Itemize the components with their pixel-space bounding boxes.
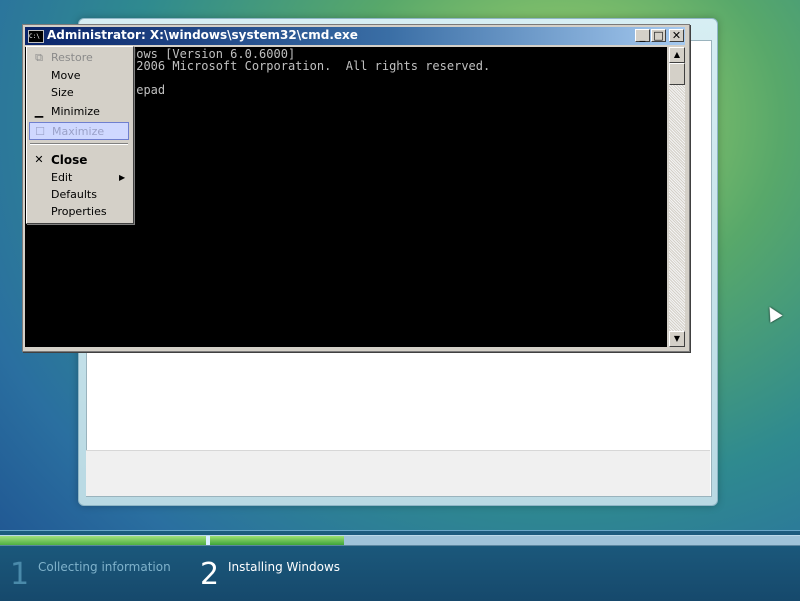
submenu-arrow-icon: ▶ — [119, 173, 126, 182]
title-bar[interactable]: C:\ Administrator: X:\windows\system32\c… — [25, 27, 685, 45]
console-line: tepad — [129, 83, 166, 97]
menu-item-size[interactable]: Size — [29, 84, 129, 102]
system-menu: ⧉ Restore Move Size ▁ Minimize ☐ Maximiz… — [26, 46, 134, 224]
minimize-icon: _ — [639, 29, 646, 42]
menu-separator — [30, 143, 128, 145]
scroll-up-button[interactable]: ▲ — [669, 47, 685, 63]
menu-item-properties[interactable]: Properties — [29, 203, 129, 221]
progress-step-2-fill — [210, 536, 344, 545]
maximize-icon: □ — [653, 29, 664, 42]
scroll-down-button[interactable]: ▼ — [669, 331, 685, 347]
window-title: Administrator: X:\windows\system32\cmd.e… — [47, 28, 358, 42]
setup-progress-bar — [0, 535, 800, 546]
arrow-down-icon: ▼ — [673, 334, 681, 343]
console-line: 2006 Microsoft Corporation. All rights r… — [129, 59, 491, 73]
maximize-button[interactable]: □ — [651, 29, 666, 42]
menu-item-close[interactable]: ✕ Close — [29, 151, 129, 169]
menu-item-label: Close — [51, 153, 88, 167]
menu-item-label: Restore — [51, 51, 93, 64]
maximize-icon: ☐ — [35, 125, 45, 138]
arrow-up-icon: ▲ — [673, 50, 681, 59]
menu-item-label: Properties — [51, 205, 107, 218]
mouse-cursor-icon — [763, 303, 783, 323]
menu-item-defaults[interactable]: Defaults — [29, 186, 129, 204]
step-number: 1 — [10, 557, 30, 592]
menu-item-label: Size — [51, 86, 74, 99]
progress-step-1-fill — [0, 536, 206, 545]
scroll-thumb[interactable] — [669, 63, 685, 85]
restore-icon: ⧉ — [35, 51, 43, 64]
cmd-icon[interactable]: C:\ — [28, 30, 44, 43]
setup-footer — [86, 450, 710, 496]
menu-item-label: Defaults — [51, 188, 97, 201]
close-icon: ✕ — [671, 29, 682, 42]
step-label: Installing Windows — [228, 560, 341, 574]
minimize-button[interactable]: _ — [635, 29, 650, 42]
close-button[interactable]: ✕ — [669, 29, 684, 42]
menu-item-edit[interactable]: Edit ▶ — [29, 169, 129, 187]
menu-item-label: Edit — [51, 171, 73, 184]
vertical-scrollbar[interactable]: ▲ ▼ — [669, 47, 685, 347]
menu-item-restore[interactable]: ⧉ Restore — [29, 49, 129, 67]
step-label: Collecting information — [38, 560, 171, 574]
close-icon: ✕ — [34, 153, 44, 166]
menu-item-minimize[interactable]: ▁ Minimize — [29, 103, 129, 121]
menu-item-maximize[interactable]: ☐ Maximize — [29, 122, 129, 140]
step-number: 2 — [200, 557, 220, 592]
minimize-icon: ▁ — [34, 105, 44, 118]
menu-item-move[interactable]: Move — [29, 67, 129, 85]
menu-item-label: Move — [51, 69, 81, 82]
menu-item-label: Maximize — [52, 125, 105, 138]
menu-item-label: Minimize — [51, 105, 100, 118]
